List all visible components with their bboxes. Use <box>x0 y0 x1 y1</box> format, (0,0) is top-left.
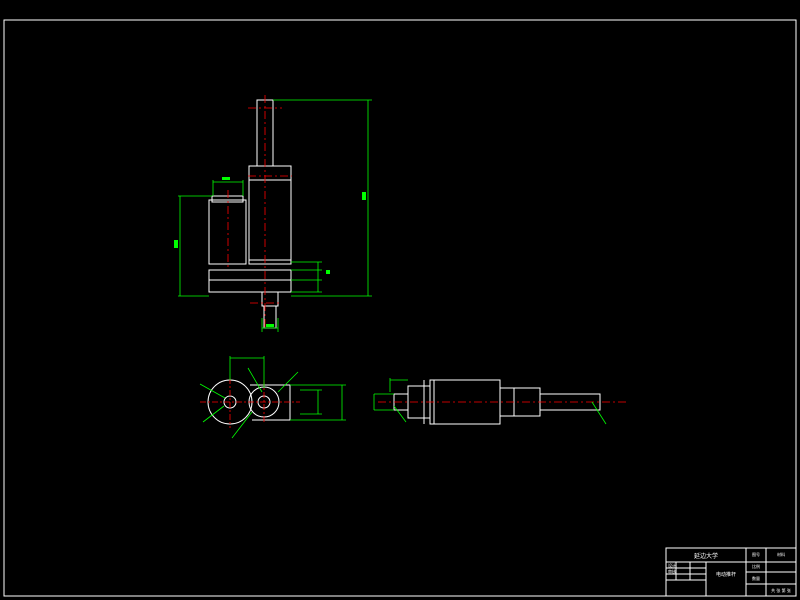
bottom-clevis <box>261 291 279 307</box>
front-view-centerlines <box>227 95 292 330</box>
cad-drawing-canvas: 延边大学 电动推杆 设计 审核 图号 材料 比例 数量 共 张 第 张 <box>3 19 797 597</box>
motor-cap <box>211 195 244 203</box>
title-block-designer-label: 设计 <box>668 562 676 568</box>
title-block-drawing-title: 电动推杆 <box>716 571 736 578</box>
drawing-frame <box>3 19 797 597</box>
base-plate <box>208 269 292 281</box>
link-dimensions <box>199 356 346 439</box>
title-block-field-1: 图号 <box>752 551 760 557</box>
side-view-dimensions <box>373 378 607 425</box>
cylinder-tube <box>248 165 292 265</box>
title-block-university: 延边大学 <box>694 552 718 560</box>
front-view <box>208 99 292 329</box>
motor-body <box>208 199 247 265</box>
title-block-field-3: 比例 <box>752 563 760 569</box>
title-block-field-5: 共 张 第 张 <box>771 587 791 593</box>
title-block-reviewer-label: 审核 <box>668 568 676 574</box>
title-block-field-4: 数量 <box>752 575 760 581</box>
title-block-field-2: 材料 <box>777 551 785 557</box>
gear-housing <box>208 279 292 293</box>
